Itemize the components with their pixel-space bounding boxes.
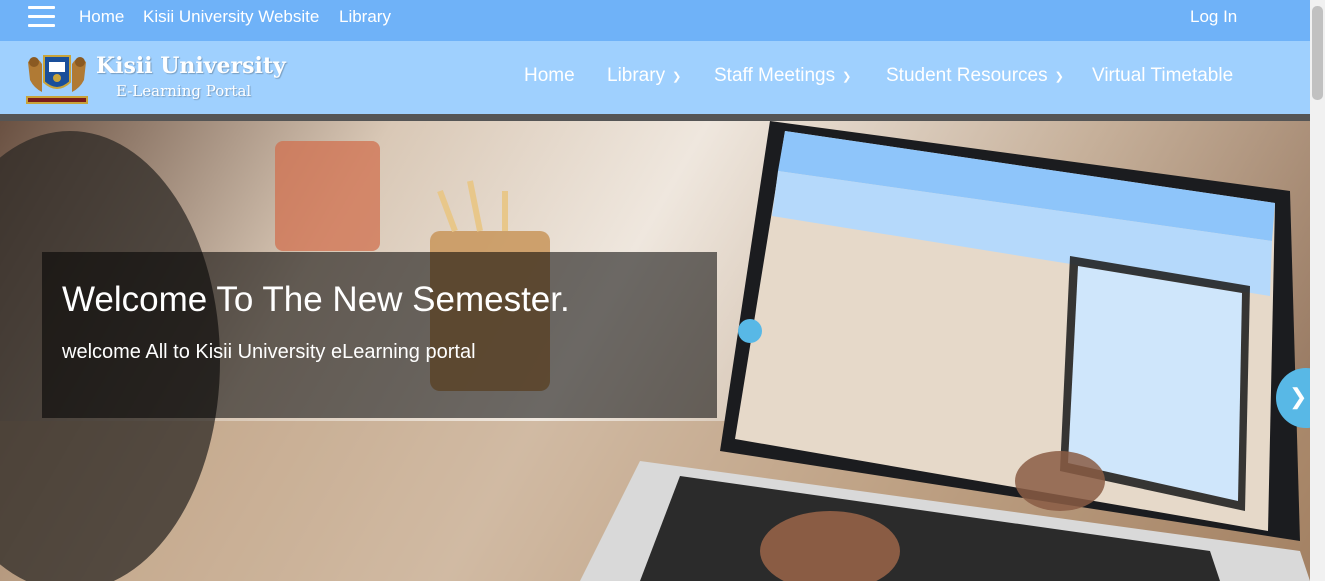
navbar-divider [0, 114, 1310, 121]
scrollbar-thumb[interactable] [1312, 6, 1323, 100]
hero-subtitle: welcome All to Kisii University eLearnin… [62, 341, 476, 363]
chevron-down-icon: ❯ [842, 70, 852, 83]
brand-subtitle[interactable]: E-Learning Portal [116, 82, 251, 100]
chevron-right-icon: ❯ [1289, 384, 1308, 409]
nav-virtual-timetable[interactable]: Virtual Timetable [1092, 65, 1233, 87]
hamburger-menu-icon[interactable] [28, 6, 55, 28]
top-link-home[interactable]: Home [79, 8, 124, 26]
nav-virtual-timetable-label: Virtual Timetable [1092, 65, 1234, 86]
page-scrollbar[interactable] [1310, 0, 1325, 581]
nav-student-resources[interactable]: Student Resources ❯ [886, 65, 1064, 87]
top-link-library[interactable]: Library [339, 8, 391, 26]
university-crest-logo[interactable] [22, 48, 92, 108]
hero-slider: Welcome To The New Semester. welcome All… [0, 121, 1310, 581]
brand-navbar: Kisii University E-Learning Portal Home … [0, 41, 1310, 114]
top-bar: Home Kisii University Website Library Lo… [0, 0, 1310, 41]
login-link[interactable]: Log In [1190, 8, 1237, 26]
nav-staff-meetings[interactable]: Staff Meetings ❯ [714, 65, 851, 87]
chevron-down-icon: ❯ [1054, 70, 1064, 83]
top-link-university-website[interactable]: Kisii University Website [143, 8, 319, 26]
nav-staff-meetings-label: Staff Meetings [714, 65, 836, 86]
hero-title: Welcome To The New Semester. [62, 280, 570, 319]
nav-home-label: Home [524, 65, 575, 86]
nav-library[interactable]: Library ❯ [607, 65, 681, 87]
nav-home[interactable]: Home [524, 65, 575, 87]
hero-caption: Welcome To The New Semester. welcome All… [42, 252, 717, 418]
nav-library-label: Library [607, 65, 666, 86]
nav-student-resources-label: Student Resources [886, 65, 1048, 86]
brand-name[interactable]: Kisii University [96, 53, 286, 79]
chevron-down-icon: ❯ [672, 70, 682, 83]
